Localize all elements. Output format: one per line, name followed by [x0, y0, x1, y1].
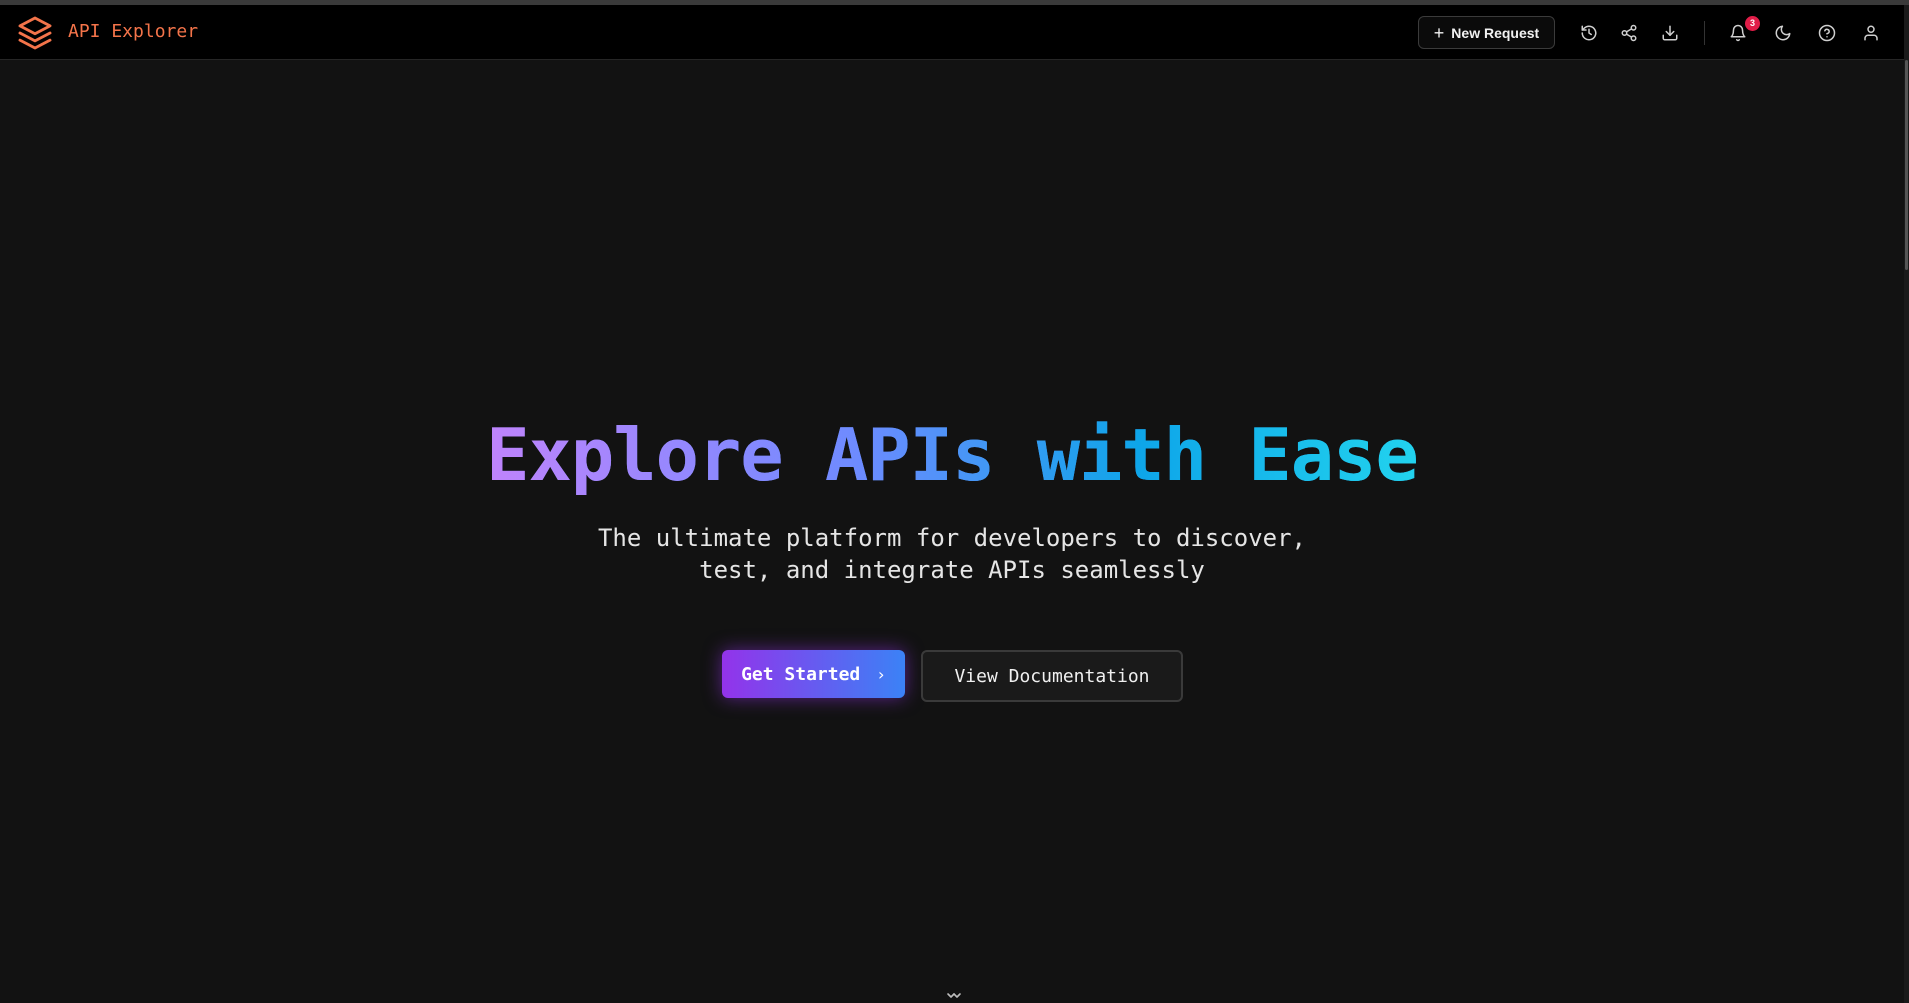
- hero-subtitle-line-2: test, and integrate APIs seamlessly: [699, 556, 1205, 584]
- history-button[interactable]: [1579, 23, 1599, 43]
- hero-subtitle-line-1: The ultimate platform for developers to …: [597, 524, 1306, 552]
- toolbar-divider: [1704, 21, 1705, 45]
- bell-icon: [1730, 24, 1746, 42]
- download-button[interactable]: [1660, 23, 1680, 43]
- hero-subtitle: The ultimate platform for developers to …: [552, 522, 1352, 586]
- user-profile-button[interactable]: [1861, 23, 1881, 43]
- layers-icon[interactable]: [16, 14, 54, 52]
- view-documentation-button[interactable]: View Documentation: [921, 650, 1183, 702]
- history-icon: [1581, 25, 1597, 41]
- user-icon: [1864, 25, 1878, 41]
- share-icon: [1621, 24, 1637, 42]
- app-title[interactable]: API Explorer: [68, 20, 198, 44]
- share-button[interactable]: [1619, 23, 1639, 43]
- theme-toggle-button[interactable]: [1773, 23, 1793, 43]
- view-documentation-label: View Documentation: [954, 665, 1150, 687]
- help-icon: [1818, 24, 1836, 42]
- moon-icon: [1775, 25, 1791, 41]
- help-button[interactable]: [1817, 23, 1837, 43]
- hero-title: Explore APIs with Ease: [0, 410, 1904, 500]
- plus-icon: +: [1433, 22, 1445, 43]
- hero-title-text: Explore APIs with Ease: [486, 410, 1419, 500]
- new-request-button[interactable]: + New Request: [1418, 16, 1555, 49]
- notification-badge: 3: [1745, 16, 1760, 31]
- get-started-label: Get Started: [741, 663, 861, 685]
- chevrons-down-icon[interactable]: [944, 992, 964, 1003]
- scrollbar-thumb[interactable]: [1905, 60, 1908, 270]
- get-started-button[interactable]: Get Started ›: [722, 650, 905, 698]
- download-icon: [1662, 25, 1678, 41]
- chevron-right-icon: ›: [876, 664, 886, 684]
- top-navigation-bar: API Explorer + New Request 3: [0, 5, 1904, 60]
- new-request-label: New Request: [1451, 24, 1540, 41]
